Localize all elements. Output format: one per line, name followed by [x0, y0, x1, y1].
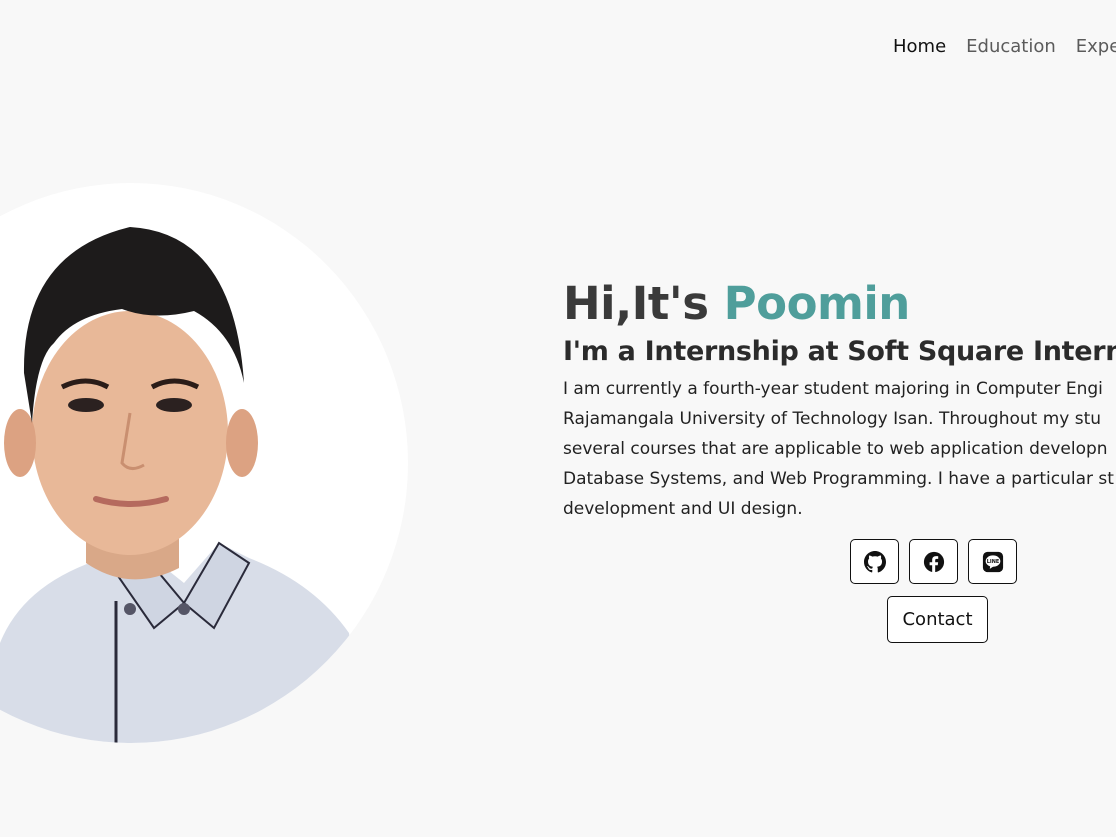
profile-photo [0, 183, 408, 743]
nav-item-experience[interactable]: Expe [1076, 36, 1116, 57]
hero-name: Poomin [723, 277, 911, 330]
role-heading: I'm a Internship at Soft Square Internat… [563, 336, 1116, 367]
page: Home Education Expe Hi,It's Poomin I'm a… [0, 0, 1116, 837]
bio-line: Database Systems, and Web Programming. I… [563, 469, 1114, 489]
facebook-button[interactable] [909, 539, 958, 584]
contact-button[interactable]: Contact [887, 596, 988, 643]
bio-line: Rajamangala University of Technology Isa… [563, 409, 1102, 429]
nav-item-education[interactable]: Education [966, 36, 1056, 57]
social-links: LINE [850, 539, 1017, 584]
hero-section: Hi,It's Poomin I'm a Internship at Soft … [563, 276, 1116, 524]
top-nav: Home Education Expe [893, 36, 1116, 57]
facebook-icon [923, 551, 944, 573]
bio-line: I am currently a fourth-year student maj… [563, 379, 1103, 399]
line-icon: LINE [982, 551, 1003, 572]
greeting-prefix: Hi,It's [563, 277, 724, 330]
bio-line: several courses that are applicable to w… [563, 439, 1108, 459]
bio-paragraph: I am currently a fourth-year student maj… [563, 374, 1116, 524]
github-button[interactable] [850, 539, 899, 584]
nav-item-home[interactable]: Home [893, 36, 946, 57]
bio-line: development and UI design. [563, 499, 803, 519]
github-icon [863, 550, 886, 572]
line-button[interactable]: LINE [968, 539, 1017, 584]
svg-text:LINE: LINE [986, 558, 999, 564]
greeting-heading: Hi,It's Poomin [563, 276, 1116, 332]
